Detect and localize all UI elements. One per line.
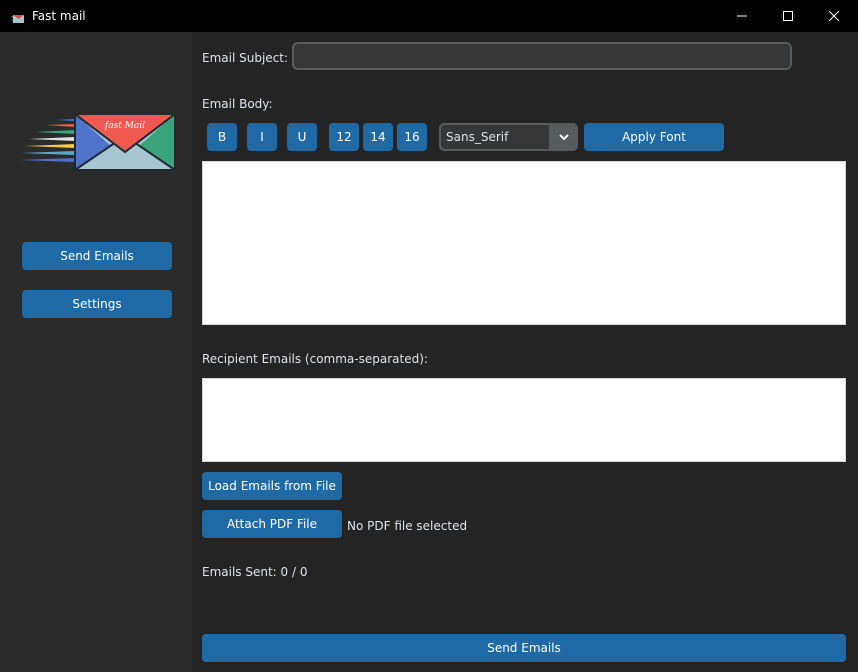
app-envelope-icon (11, 10, 25, 23)
chevron-down-icon (558, 134, 569, 140)
maximize-button[interactable] (765, 0, 811, 32)
minimize-icon (737, 15, 747, 17)
close-icon (829, 11, 839, 21)
font-size-12-button[interactable]: 12 (329, 123, 359, 151)
font-family-select[interactable]: Sans_Serif (439, 123, 578, 151)
bold-button[interactable]: B (207, 123, 237, 151)
recipient-emails-textbox[interactable] (202, 378, 846, 462)
sidebar: fast Mail Send Emails Settings (0, 32, 192, 672)
apply-font-button[interactable]: Apply Font (584, 123, 724, 151)
underline-button[interactable]: U (287, 123, 317, 151)
send-emails-button[interactable]: Send Emails (202, 634, 846, 662)
maximize-icon (783, 11, 793, 21)
load-emails-button[interactable]: Load Emails from File (202, 472, 342, 500)
email-subject-label: Email Subject: (202, 51, 289, 65)
font-family-dropdown-arrow[interactable] (549, 123, 578, 151)
pdf-status-text: No PDF file selected (347, 519, 468, 533)
font-size-16-button[interactable]: 16 (397, 123, 427, 151)
email-body-label: Email Body: (202, 97, 273, 111)
window-title: Fast mail (32, 9, 86, 23)
recipient-emails-label: Recipient Emails (comma-separated): (202, 352, 428, 366)
minimize-button[interactable] (719, 0, 765, 32)
emails-sent-counter: Emails Sent: 0 / 0 (202, 565, 308, 579)
close-button[interactable] (811, 0, 857, 32)
email-body-textbox[interactable] (202, 161, 846, 325)
font-size-14-button[interactable]: 14 (363, 123, 393, 151)
italic-button[interactable]: I (247, 123, 277, 151)
sidebar-send-emails-button[interactable]: Send Emails (22, 242, 172, 270)
fast-mail-logo: fast Mail (19, 113, 177, 171)
logo-text: fast Mail (104, 121, 145, 131)
app-window: Fast mail fast Mail Send Emails Settings… (0, 0, 858, 672)
font-family-value: Sans_Serif (441, 125, 549, 149)
email-subject-input[interactable] (292, 42, 792, 70)
title-bar: Fast mail (0, 0, 858, 32)
attach-pdf-button[interactable]: Attach PDF File (202, 510, 342, 538)
sidebar-settings-button[interactable]: Settings (22, 290, 172, 318)
